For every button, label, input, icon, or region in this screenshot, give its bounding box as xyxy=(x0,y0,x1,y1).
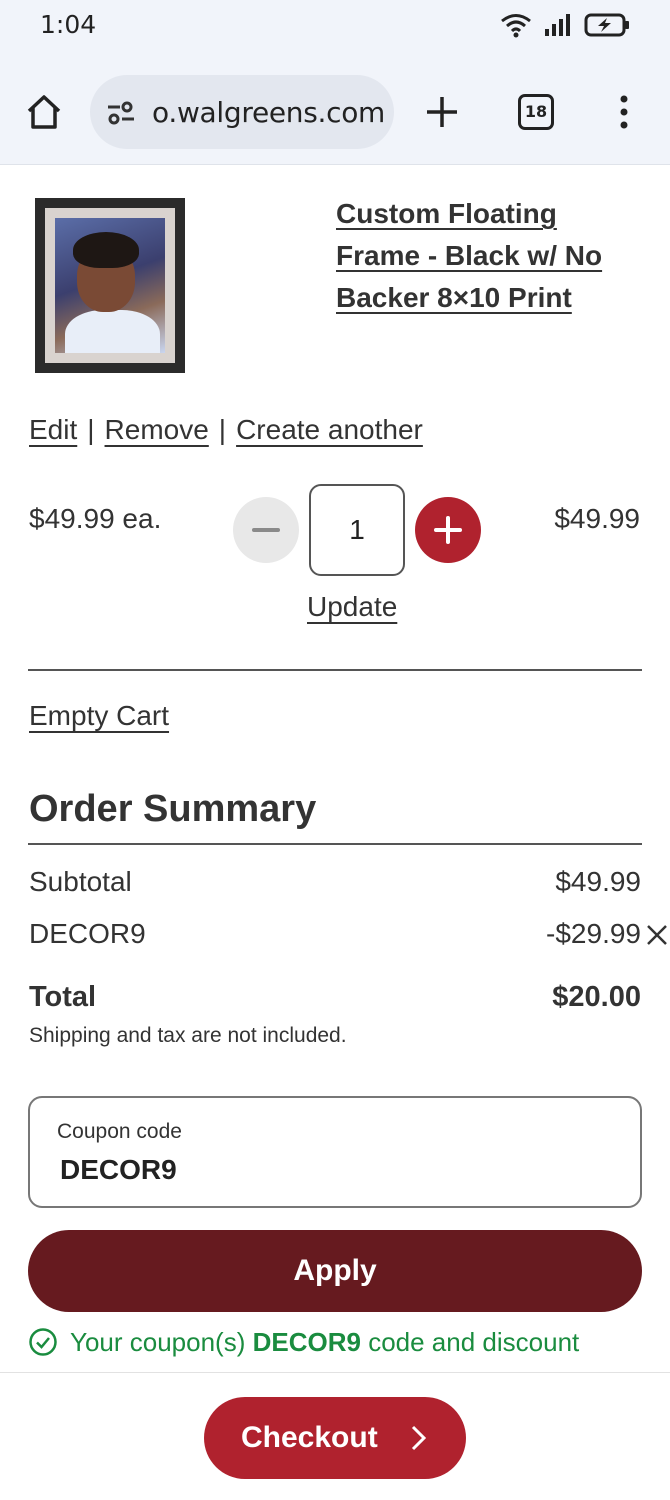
product-photo xyxy=(55,218,165,353)
divider xyxy=(28,843,642,845)
product-title-line: Backer 8×10 Print xyxy=(336,282,572,313)
coupon-discount-label: DECOR9 xyxy=(29,918,146,949)
apply-button[interactable]: Apply xyxy=(28,1230,642,1312)
coupon-code-field[interactable]: Coupon code DECOR9 xyxy=(28,1096,642,1208)
subtotal-label: Subtotal xyxy=(29,866,132,897)
shipping-note: Shipping and tax are not included. xyxy=(29,1024,347,1047)
checkout-button[interactable]: Checkout xyxy=(204,1397,466,1479)
unit-price: $49.99 ea. xyxy=(29,503,162,534)
url-text: o.walgreens.com xyxy=(152,96,386,129)
status-icons xyxy=(500,12,632,38)
coupon-discount-value: -$29.99 xyxy=(546,918,641,949)
new-tab-icon[interactable] xyxy=(424,94,460,130)
separator: | xyxy=(87,414,95,445)
line-total: $49.99 xyxy=(554,503,640,534)
increase-quantity-button[interactable] xyxy=(415,497,481,563)
separator: | xyxy=(218,414,227,445)
coupon-message-suffix: code and discount xyxy=(368,1327,580,1357)
product-image[interactable] xyxy=(35,198,185,373)
remove-coupon-icon[interactable] xyxy=(646,924,668,946)
browser-toolbar: o.walgreens.com 18 xyxy=(0,58,670,165)
more-menu-icon[interactable] xyxy=(614,94,634,130)
coupon-message-prefix: Your coupon(s) xyxy=(70,1327,246,1357)
site-settings-icon[interactable] xyxy=(106,100,136,126)
wifi-icon xyxy=(501,14,531,38)
coupon-success-message: Your coupon(s) DECOR9 code and discount xyxy=(28,1327,579,1358)
coupon-code-input[interactable]: DECOR9 xyxy=(60,1154,177,1186)
decrease-quantity-button[interactable] xyxy=(233,497,299,563)
quantity-input[interactable]: 1 xyxy=(309,484,405,576)
chevron-right-icon xyxy=(411,1425,427,1451)
check-circle-icon xyxy=(29,1328,57,1356)
create-another-link[interactable]: Create another xyxy=(236,414,423,445)
divider xyxy=(28,669,642,671)
home-icon[interactable] xyxy=(24,92,64,132)
address-bar[interactable]: o.walgreens.com xyxy=(90,75,394,149)
product-title-line: Custom Floating xyxy=(336,198,557,229)
status-bar: 1:04 xyxy=(0,0,670,58)
tab-switcher-button[interactable]: 18 xyxy=(518,94,554,130)
subtotal-value: $49.99 xyxy=(555,866,641,897)
signal-icon xyxy=(545,14,570,36)
battery-icon xyxy=(584,13,629,37)
checkout-bar: Checkout xyxy=(0,1372,670,1500)
order-summary-title: Order Summary xyxy=(29,788,317,830)
total-label: Total xyxy=(29,981,97,1013)
status-time: 1:04 xyxy=(40,10,97,39)
total-value: $20.00 xyxy=(552,981,641,1013)
product-title-link[interactable]: Custom Floating Frame - Black w/ No Back… xyxy=(336,193,636,319)
product-title-line: Frame - Black w/ No xyxy=(336,240,603,271)
item-actions: Edit | Remove | Create another xyxy=(29,414,423,446)
coupon-code-label: Coupon code xyxy=(57,1120,182,1143)
update-link[interactable]: Update xyxy=(307,591,397,623)
coupon-message-code: DECOR9 xyxy=(252,1327,361,1357)
remove-link[interactable]: Remove xyxy=(105,414,209,445)
empty-cart-link[interactable]: Empty Cart xyxy=(29,700,169,732)
edit-link[interactable]: Edit xyxy=(29,414,77,445)
checkout-label: Checkout xyxy=(241,1421,378,1454)
